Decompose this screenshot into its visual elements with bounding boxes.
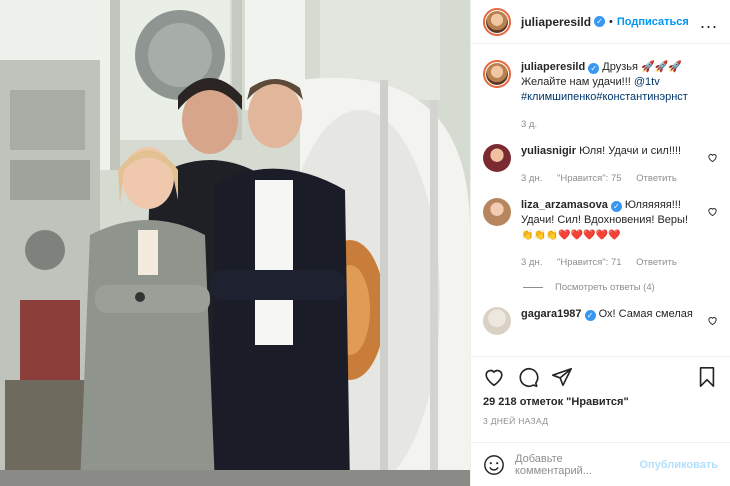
post-photo[interactable] (0, 0, 470, 486)
view-replies-label: Посмотреть ответы (4) (555, 282, 655, 293)
caption-text-1: Друзья (602, 61, 638, 73)
comment-time: 3 дн. (521, 257, 543, 268)
caption-hashtags[interactable]: #климшипенко#константинэрнст (521, 91, 688, 103)
more-options-icon[interactable]: ... (700, 13, 718, 31)
comment-meta: 3 дн. "Нравится": 71 Ответить (521, 255, 700, 270)
caption-text-2: Желайте нам удачи!!! (521, 76, 634, 88)
comment-input[interactable]: Добавьте комментарий... (515, 453, 639, 477)
like-comment-heart-icon[interactable] (707, 152, 718, 163)
verified-badge-icon: ✓ (610, 201, 622, 212)
comment-reply-button[interactable]: Ответить (636, 173, 677, 184)
comment-body: gagara1987 ✓ Ох! Самая смелая (521, 307, 718, 335)
comment-reply-button[interactable]: Ответить (636, 257, 677, 268)
verified-badge-icon: ✓ (584, 310, 596, 321)
author-username[interactable]: juliaperesild (521, 15, 591, 29)
like-comment-heart-icon[interactable] (707, 315, 718, 326)
follow-button[interactable]: Подписаться (617, 16, 689, 28)
caption-mention[interactable]: @1tv (634, 76, 660, 88)
like-comment-heart-icon[interactable] (707, 206, 718, 217)
post-date: 3 ДНЕЙ НАЗАД (483, 416, 549, 426)
photo-illustration (0, 0, 470, 486)
action-bar (471, 356, 730, 396)
comment-meta: 3 дн. "Нравится": 75 Ответить (521, 171, 700, 186)
add-comment-bar: Добавьте комментарий... Опубликовать (471, 442, 730, 486)
post-header: juliaperesild ✓ • Подписаться ... (471, 0, 730, 44)
verified-badge-icon: ✓ (594, 16, 606, 27)
comment-likes[interactable]: "Нравится": 71 (557, 257, 622, 268)
verified-badge-icon: ✓ (588, 63, 600, 74)
caption-username[interactable]: juliaperesild (521, 61, 585, 73)
comments-list[interactable]: juliaperesild ✓ Друзья 🚀🚀🚀 Желайте нам уд… (471, 44, 730, 356)
comment-text: Юля! Удачи и сил!!!! (579, 145, 682, 157)
comment: liza_arzamasova ✓ Юляяяяя!!! Удачи! Сил! … (483, 198, 718, 270)
caption-time: 3 д. (521, 119, 538, 130)
comment-avatar[interactable] (483, 198, 511, 226)
caption-avatar[interactable] (483, 60, 511, 88)
comment-likes[interactable]: "Нравится": 75 (557, 173, 622, 184)
comment: yuliasnigir Юля! Удачи и сил!!!! 3 дн. "… (483, 144, 718, 186)
share-paper-plane-icon[interactable] (551, 366, 573, 388)
save-bookmark-icon[interactable] (696, 366, 718, 388)
comment-avatar[interactable] (483, 144, 511, 172)
comment-username[interactable]: gagara1987 (521, 308, 582, 320)
view-replies-button[interactable]: Посмотреть ответы (4) (523, 282, 718, 293)
header-separator: • (609, 15, 613, 28)
caption: juliaperesild ✓ Друзья 🚀🚀🚀 Желайте нам уд… (483, 60, 718, 132)
instagram-post: juliaperesild ✓ • Подписаться ... juliap… (0, 0, 730, 486)
comment: gagara1987 ✓ Ох! Самая смелая (483, 307, 718, 335)
comment-avatar[interactable] (483, 307, 511, 335)
comment-username[interactable]: liza_arzamasova (521, 199, 608, 211)
comment-username[interactable]: yuliasnigir (521, 145, 576, 157)
comment-time: 3 дн. (521, 173, 543, 184)
emoji-picker-icon[interactable] (483, 454, 505, 476)
replies-line (523, 287, 543, 288)
post-sidebar: juliaperesild ✓ • Подписаться ... juliap… (470, 0, 730, 486)
comment-body: liza_arzamasova ✓ Юляяяяя!!! Удачи! Сил! … (521, 198, 718, 270)
publish-button[interactable]: Опубликовать (639, 459, 718, 471)
emoji-row-icon: 👏👏👏❤️❤️❤️❤️❤️ (521, 230, 621, 241)
likes-count[interactable]: 29 218 отметок "Нравится" (471, 396, 730, 414)
comment-body: yuliasnigir Юля! Удачи и сил!!!! 3 дн. "… (521, 144, 718, 186)
comment-text: Ох! Самая смелая (598, 308, 693, 320)
caption-body: juliaperesild ✓ Друзья 🚀🚀🚀 Желайте нам уд… (521, 60, 718, 132)
author-avatar[interactable] (483, 7, 511, 36)
like-heart-icon[interactable] (483, 366, 505, 388)
rocket-emoji-icon: 🚀🚀🚀 (641, 61, 683, 73)
comment-bubble-icon[interactable] (517, 366, 539, 388)
